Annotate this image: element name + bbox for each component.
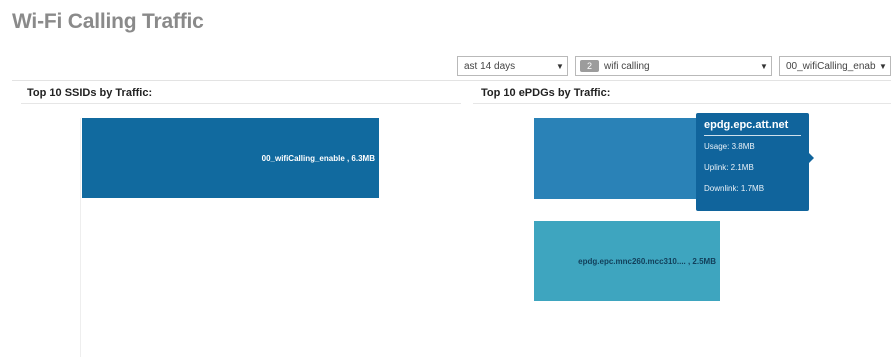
ssids-chart-axis [80, 118, 81, 357]
epdgs-panel-divider [473, 103, 891, 104]
date-range-value: ast 14 days [464, 60, 516, 72]
tooltip-pointer [809, 153, 814, 163]
chevron-down-icon: ▼ [556, 61, 564, 71]
tooltip-usage: Usage: 3.8MB [704, 142, 755, 151]
header-divider [12, 80, 891, 81]
ssids-panel-divider [21, 103, 461, 104]
application-dropdown[interactable]: 2 wifi calling ▼ [575, 56, 772, 76]
epdg-tooltip: epdg.epc.att.net Usage: 3.8MB Uplink: 2.… [696, 113, 814, 211]
ssid-traffic-tile[interactable]: 00_wifiCalling_enable , 6.3MB [82, 118, 379, 198]
chevron-down-icon: ▼ [879, 61, 887, 71]
epdg-traffic-tile[interactable]: epdg.epc.mnc260.mcc310.... , 2.5MB [534, 221, 720, 301]
date-range-dropdown[interactable]: ast 14 days ▼ [457, 56, 568, 76]
tooltip-downlink: Downlink: 1.7MB [704, 184, 765, 193]
epdgs-panel-title: Top 10 ePDGs by Traffic: [481, 87, 611, 99]
page-title: Wi-Fi Calling Traffic [12, 10, 204, 33]
epdg-tile-label: epdg.epc.mnc260.mcc310.... , 2.5MB [578, 256, 716, 266]
tooltip-uplink: Uplink: 2.1MB [704, 163, 754, 172]
ssids-panel-title: Top 10 SSIDs by Traffic: [27, 87, 153, 99]
ssid-tile-label: 00_wifiCalling_enable , 6.3MB [261, 153, 375, 163]
ssid-value: 00_wifiCalling_enable [786, 60, 876, 72]
application-value: wifi calling [604, 60, 650, 72]
chevron-down-icon: ▼ [760, 61, 768, 71]
tooltip-title: epdg.epc.att.net [704, 119, 801, 136]
ssid-dropdown[interactable]: 00_wifiCalling_enable ▼ [779, 56, 891, 76]
selected-count-badge: 2 [580, 60, 600, 72]
